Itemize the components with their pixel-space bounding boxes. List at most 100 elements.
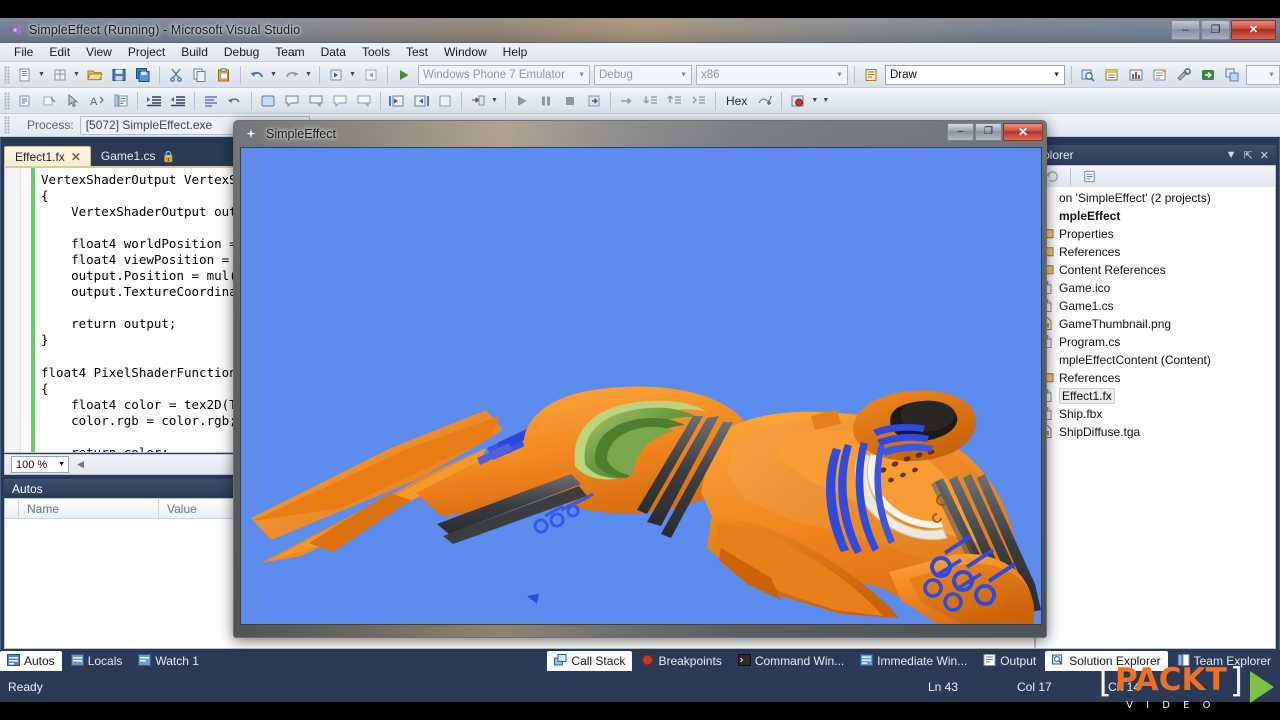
new-project-icon[interactable] (14, 64, 36, 86)
continue-debug-icon[interactable] (511, 90, 533, 112)
game-minimize-button[interactable]: – (947, 123, 974, 141)
open-file-icon[interactable] (84, 64, 106, 86)
tree-item-content-references-2[interactable]: References (1036, 369, 1275, 387)
chevron-down-icon[interactable]: ▼ (1226, 149, 1237, 162)
options-icon[interactable] (1173, 64, 1195, 86)
process-toolbar-grip[interactable] (4, 116, 10, 134)
toolbar-grip[interactable] (4, 65, 10, 84)
find-scope-icon[interactable] (860, 64, 882, 86)
comment-next-icon[interactable] (353, 90, 375, 112)
search-icon[interactable] (1077, 64, 1099, 86)
tree-item-gamethumbnail-png[interactable]: GameThumbnail.png (1036, 315, 1275, 333)
dock-tab-output[interactable]: Output (976, 651, 1043, 671)
autos-column-name[interactable]: Name (19, 499, 159, 518)
attach-to-process-icon[interactable] (467, 90, 489, 112)
step-into-icon[interactable] (640, 90, 662, 112)
dock-tab-immediate-window[interactable]: Immediate Win... (853, 651, 974, 671)
tree-item-game-ico[interactable]: Game.ico (1036, 279, 1275, 297)
zoom-level-combo[interactable]: 100 % ▼ (11, 456, 69, 473)
step-out-icon[interactable] (664, 90, 686, 112)
vs-maximize-button[interactable]: ❐ (1201, 20, 1230, 40)
menu-tools[interactable]: Tools (354, 43, 398, 61)
new-project-dropdown-icon[interactable]: ▼ (37, 64, 46, 86)
toolbar-grip-2[interactable] (4, 91, 10, 110)
comment-selection-icon[interactable] (14, 90, 36, 112)
game-render-surface[interactable] (240, 147, 1042, 625)
comment-balloon-right-icon[interactable] (305, 90, 327, 112)
tab-game1-cs[interactable]: Game1.cs 🔒 (91, 146, 184, 166)
tree-item-properties[interactable]: Properties (1036, 225, 1275, 243)
navigate-backward-icon[interactable] (325, 64, 347, 86)
bookmark-list-icon[interactable] (110, 90, 132, 112)
menu-build[interactable]: Build (173, 43, 216, 61)
breakpoint-settings-icon[interactable] (787, 90, 809, 112)
vs-close-button[interactable]: ✕ (1231, 20, 1276, 40)
tree-item-effect1-fx[interactable]: Effect1.fx (1036, 387, 1275, 405)
paste-icon[interactable] (213, 64, 235, 86)
goto-icon[interactable] (1197, 64, 1219, 86)
menu-debug[interactable]: Debug (216, 43, 267, 61)
target-platform-combo[interactable]: Windows Phone 7 Emulator ▼ (418, 64, 590, 85)
navigate-forward-icon[interactable] (360, 64, 382, 86)
redo-icon[interactable] (281, 64, 303, 86)
undo-dropdown-icon[interactable]: ▼ (269, 64, 278, 86)
dock-tab-autos[interactable]: Autos (0, 651, 62, 671)
game-window-title-bar[interactable]: SimpleEffect – ❐ ✕ (234, 121, 1046, 147)
breakpoint-dropdown-icon[interactable]: ▼ (810, 90, 819, 112)
restart-debug-icon[interactable] (583, 90, 605, 112)
tree-item-shipdiffuse-tga[interactable]: ShipDiffuse.tga (1036, 423, 1275, 441)
menu-window[interactable]: Window (436, 43, 495, 61)
dock-tab-command-window[interactable]: Command Win... (731, 651, 851, 671)
menu-team[interactable]: Team (267, 43, 312, 61)
architecture-combo[interactable]: x86 ▼ (696, 64, 848, 85)
navigate-dropdown-icon[interactable]: ▼ (348, 64, 357, 86)
decrease-indent-icon[interactable] (167, 90, 189, 112)
tree-item-project-simpleeffectcontent[interactable]: mpleEffectContent (Content) (1036, 351, 1275, 369)
close-icon[interactable]: ✕ (1260, 149, 1269, 162)
debug-toolbar-overflow-icon[interactable]: ▼ (821, 90, 830, 112)
menu-file[interactable]: File (6, 43, 41, 61)
misc-combo[interactable]: ▼ (1246, 64, 1280, 85)
increase-indent-icon[interactable] (143, 90, 165, 112)
comment-balloon-left-icon[interactable] (281, 90, 303, 112)
step-forward-icon[interactable] (410, 90, 432, 112)
undo-icon[interactable] (246, 64, 268, 86)
simple-effect-game-window[interactable]: SimpleEffect – ❐ ✕ (233, 120, 1047, 638)
menu-data[interactable]: Data (313, 43, 354, 61)
new-item-icon[interactable] (49, 64, 71, 86)
menu-view[interactable]: View (78, 43, 120, 61)
vs-minimize-button[interactable]: – (1171, 20, 1200, 40)
tree-item-project-simpleeffect[interactable]: mpleEffect (1036, 207, 1275, 225)
new-item-dropdown-icon[interactable]: ▼ (72, 64, 81, 86)
dock-tab-breakpoints[interactable]: Breakpoints (634, 651, 728, 671)
uncomment-selection-icon[interactable] (38, 90, 60, 112)
tree-item-ship-fbx[interactable]: Ship.fbx (1036, 405, 1275, 423)
dock-tab-watch1[interactable]: Watch 1 (131, 651, 206, 671)
menu-project[interactable]: Project (120, 43, 173, 61)
threads-icon[interactable] (754, 90, 776, 112)
font-size-icon[interactable]: A (86, 90, 108, 112)
dock-tab-call-stack[interactable]: Call Stack (547, 651, 633, 671)
save-icon[interactable] (108, 64, 130, 86)
redo-dropdown-icon[interactable]: ▼ (304, 64, 313, 86)
pause-debug-icon[interactable] (535, 90, 557, 112)
menu-edit[interactable]: Edit (41, 43, 78, 61)
editor-indicator-margin[interactable] (5, 168, 21, 452)
stop-debug-icon[interactable] (559, 90, 581, 112)
properties-icon[interactable] (1078, 166, 1100, 188)
solution-tree[interactable]: on 'SimpleEffect' (2 projects) mpleEffec… (1035, 187, 1276, 649)
close-icon[interactable]: ✕ (71, 150, 81, 164)
configuration-combo[interactable]: Debug ▼ (594, 64, 692, 85)
step-next-icon[interactable] (688, 90, 710, 112)
comment-prev-icon[interactable] (329, 90, 351, 112)
tree-item-game1-cs[interactable]: Game1.cs (1036, 297, 1275, 315)
horizontal-scroll-left-icon[interactable]: ◀ (77, 459, 84, 470)
game-maximize-button[interactable]: ❐ (975, 123, 1002, 141)
object-browser-icon[interactable] (1221, 64, 1243, 86)
undo-format-icon[interactable] (224, 90, 246, 112)
tab-effect1-fx[interactable]: Effect1.fx ✕ (4, 146, 91, 166)
menu-help[interactable]: Help (495, 43, 536, 61)
tree-item-program-cs[interactable]: Program.cs (1036, 333, 1275, 351)
save-all-icon[interactable] (132, 64, 154, 86)
tree-item-references[interactable]: References (1036, 243, 1275, 261)
